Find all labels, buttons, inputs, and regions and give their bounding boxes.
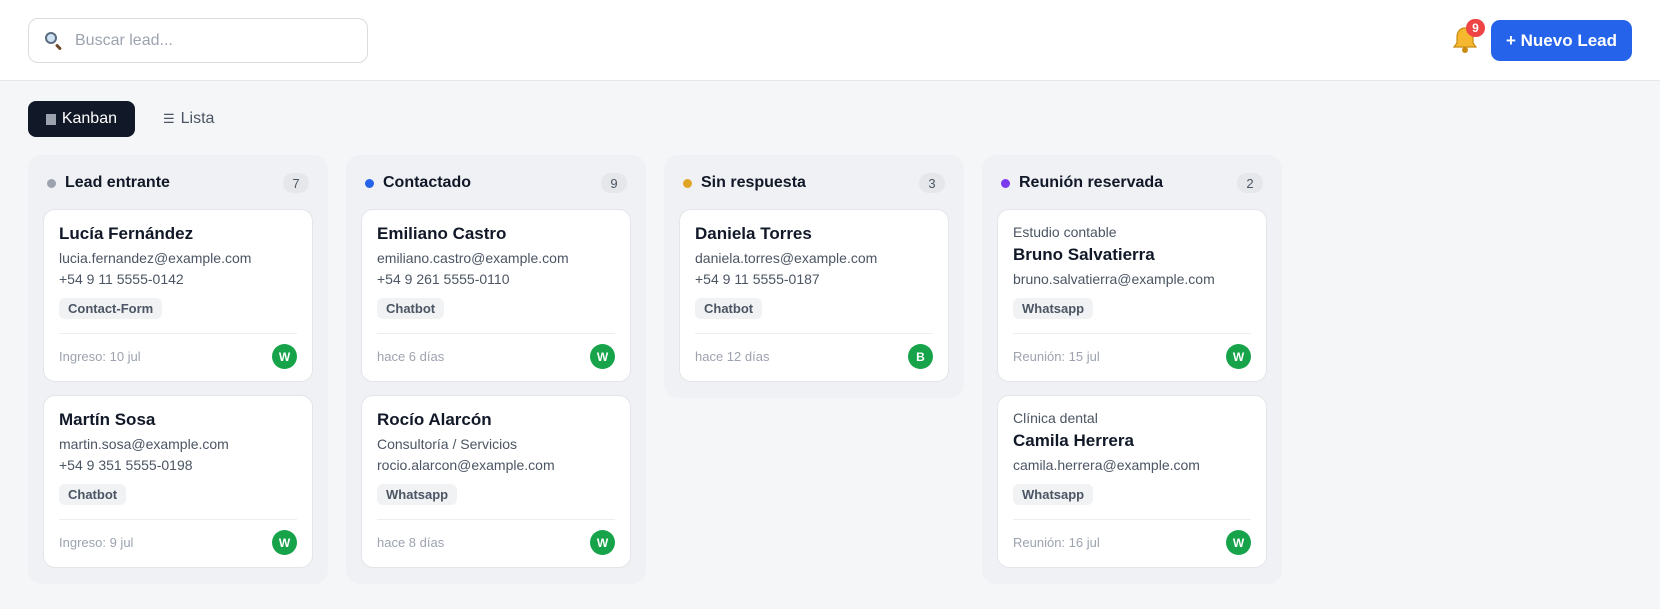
lead-card[interactable]: Emiliano Castro emiliano.castro@example.… [361, 209, 631, 382]
column-count: 2 [1237, 173, 1263, 193]
lead-name: Camila Herrera [1013, 431, 1134, 450]
lead-email: daniela.torres@example.com [695, 250, 878, 266]
avatar: W [1226, 344, 1251, 369]
column-sin-respuesta: Sin respuesta 3 Daniela Torres daniela.t… [664, 155, 964, 398]
lead-email: rocio.alarcon@example.com [377, 457, 555, 473]
view-switcher: Kanban ☰ Lista [28, 101, 232, 137]
lead-name: Lucía Fernández [59, 224, 194, 243]
lead-name: Daniela Torres [695, 224, 812, 243]
lead-company: Estudio contable [1013, 224, 1117, 240]
lead-date: Ingreso: 10 jul [59, 349, 141, 364]
card-footer: Reunión: 15 jul W [1013, 333, 1251, 369]
column-header: Reunión reservada 2 [997, 169, 1267, 197]
column-title: Reunión reservada [1019, 174, 1164, 191]
avatar: W [272, 530, 297, 555]
search-icon [43, 30, 65, 52]
kanban-board: Lead entrante 7 Lucía Fernández lucia.fe… [28, 155, 1282, 584]
card-footer: Ingreso: 9 jul W [59, 519, 297, 555]
lead-date: hace 12 días [695, 349, 770, 364]
card-footer: Ingreso: 10 jul W [59, 333, 297, 369]
source-tag: Whatsapp [1013, 298, 1094, 319]
lead-company: Clínica dental [1013, 410, 1098, 426]
lead-name: Rocío Alarcón [377, 410, 492, 429]
top-bar: 9 + Nuevo Lead [0, 0, 1660, 81]
column-header: Contactado 9 [361, 169, 631, 197]
column-header: Sin respuesta 3 [679, 169, 949, 197]
lead-card[interactable]: Rocío Alarcón Consultoría / Servicios ro… [361, 395, 631, 568]
lead-name: Bruno Salvatierra [1013, 245, 1155, 264]
status-dot [365, 178, 374, 188]
column-lead-entrante: Lead entrante 7 Lucía Fernández lucia.fe… [28, 155, 328, 584]
lead-date: hace 6 días [377, 349, 445, 364]
avatar: W [590, 344, 615, 369]
source-tag: Chatbot [695, 298, 763, 319]
column-count: 9 [601, 173, 627, 193]
tab-list-label: Lista [180, 110, 215, 127]
lead-email: bruno.salvatierra@example.com [1013, 271, 1215, 287]
meeting-date: Reunión: 16 jul [1013, 535, 1100, 550]
meeting-date: Reunión: 15 jul [1013, 349, 1100, 364]
status-dot [683, 178, 692, 188]
lead-company: Consultoría / Servicios [377, 436, 518, 452]
card-footer: Reunión: 16 jul W [1013, 519, 1251, 555]
source-tag: Whatsapp [1013, 484, 1094, 505]
lead-card[interactable]: Clínica dental Camila Herrera camila.her… [997, 395, 1267, 568]
lead-email: camila.herrera@example.com [1013, 457, 1200, 473]
column-reunion-reservada: Reunión reservada 2 Estudio contable Bru… [982, 155, 1282, 584]
lead-phone: +54 9 11 5555-0187 [695, 271, 820, 287]
status-dot [1001, 178, 1010, 188]
column-title: Lead entrante [65, 174, 170, 191]
lead-card[interactable]: Estudio contable Bruno Salvatierra bruno… [997, 209, 1267, 382]
new-lead-button[interactable]: + Nuevo Lead [1491, 20, 1632, 61]
status-dot [47, 178, 56, 188]
source-tag: Chatbot [59, 484, 127, 505]
avatar: W [1226, 530, 1251, 555]
source-tag: Whatsapp [377, 484, 458, 505]
column-count: 7 [283, 173, 309, 193]
source-tag: Contact-Form [59, 298, 163, 319]
lead-phone: +54 9 351 5555-0198 [59, 457, 193, 473]
lead-card[interactable]: Daniela Torres daniela.torres@example.co… [679, 209, 949, 382]
avatar: W [590, 530, 615, 555]
lead-card[interactable]: Lucía Fernández lucia.fernandez@example.… [43, 209, 313, 382]
column-header: Lead entrante 7 [43, 169, 313, 197]
avatar: B [908, 344, 933, 369]
notifications-badge: 9 [1466, 19, 1485, 37]
card-footer: hace 12 días B [695, 333, 933, 369]
column-count: 3 [919, 173, 945, 193]
column-title: Contactado [383, 174, 471, 191]
column-title: Sin respuesta [701, 174, 806, 191]
card-footer: hace 8 días W [377, 519, 615, 555]
source-tag: Chatbot [377, 298, 445, 319]
tab-kanban[interactable]: Kanban [28, 101, 135, 137]
lead-name: Martín Sosa [59, 410, 156, 429]
lead-phone: +54 9 11 5555-0142 [59, 271, 184, 287]
kanban-icon [46, 113, 56, 125]
lead-email: martin.sosa@example.com [59, 436, 229, 452]
lead-email: lucia.fernandez@example.com [59, 250, 252, 266]
lead-email: emiliano.castro@example.com [377, 250, 569, 266]
list-icon: ☰ [163, 111, 175, 126]
lead-date: hace 8 días [377, 535, 445, 550]
tab-list[interactable]: ☰ Lista [145, 101, 232, 137]
search-input[interactable] [75, 31, 355, 50]
lead-phone: +54 9 261 5555-0110 [377, 271, 510, 287]
lead-date: Ingreso: 9 jul [59, 535, 134, 550]
search-box[interactable] [28, 18, 368, 63]
avatar: W [272, 344, 297, 369]
lead-name: Emiliano Castro [377, 224, 507, 243]
tab-kanban-label: Kanban [61, 110, 117, 127]
card-footer: hace 6 días W [377, 333, 615, 369]
lead-card[interactable]: Martín Sosa martin.sosa@example.com +54 … [43, 395, 313, 568]
column-contactado: Contactado 9 Emiliano Castro emiliano.ca… [346, 155, 646, 584]
